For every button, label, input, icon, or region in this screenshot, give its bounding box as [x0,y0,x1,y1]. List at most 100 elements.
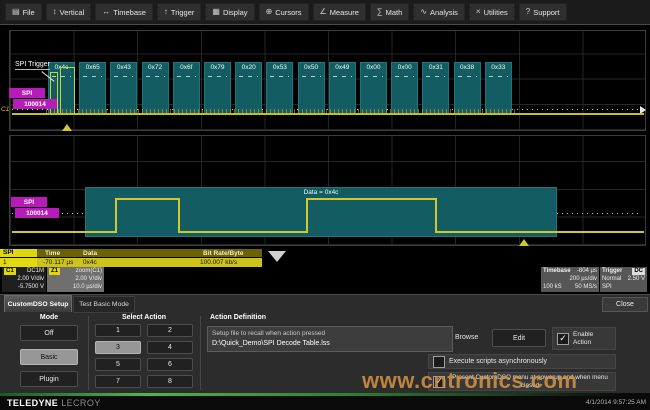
spi-packet-value: 0x38 [455,63,480,71]
action-button-8[interactable]: 8 [147,375,193,388]
timebase-descriptor-box[interactable]: Timebase-804 µs 200 µs/div 100 kS50 MS/s [541,267,599,292]
menu-label: Trigger [171,8,194,17]
spi-packet-value: 0x49 [330,63,355,71]
select-action-header: Select Action [95,314,193,321]
setup-file-hint: Setup file to recall when action pressed [212,329,448,339]
spi-packet-value: 0x20 [236,63,261,71]
menu-analysis[interactable]: ∿Analysis [413,3,465,21]
decode-col-time: Time [45,249,60,258]
menu-support[interactable]: ?Support [519,3,567,21]
trigger-descriptor-box[interactable]: TriggerDC Normal2.50 V SPI [600,267,647,292]
spi-packet-value: 0x53 [267,63,292,71]
execute-async-checkbox[interactable] [433,356,445,368]
decode-row-bitrate: 100.007 kb/s [200,258,237,268]
action-button-2[interactable]: 2 [147,324,193,337]
menu-vertical[interactable]: ↕Vertical [46,3,92,21]
z1-trace-segment [435,199,437,233]
datetime: 4/1/2014 9:57:25 AM [540,399,646,406]
support-icon: ? [526,8,530,16]
spi-packet-value: 0x50 [299,63,324,71]
dialog-separator [88,316,89,390]
timebase-samples: 100 kS [543,284,562,291]
spi-packet: 0x00 [360,62,387,114]
z1-trace-segment [115,199,117,233]
measure-icon: ∠ [320,8,327,16]
menu-trigger[interactable]: ↑Trigger [157,3,201,21]
mode-plugin-button[interactable]: Plugin [20,371,78,387]
timebase-rate: 50 MS/s [575,284,597,291]
utilities-icon: × [476,8,481,16]
z1-trace-segment [306,199,308,233]
spi-packet: 0x00 [391,62,418,114]
trigger-label: Trigger [602,268,622,275]
file-icon: ▤ [12,8,20,16]
decode-row-index: 1 [3,258,7,268]
oscilloscope-app: ▤File↕Vertical↔Timebase↑Trigger▦Display⊕… [0,0,650,410]
enable-action-checkbox[interactable]: ✓ [557,333,569,345]
spi-packet-value: 0x00 [392,63,417,71]
spi-packet-value: 0x33 [486,63,511,71]
execute-async-label: Execute scripts asynchronously [449,358,547,366]
spi-packet-value: 0x6f [174,63,199,71]
analysis-icon: ∿ [420,8,427,16]
z1-descriptor-box[interactable]: Z1zoom(C1) 2.00 V/div 10.0 µs/div [47,267,104,292]
spi-packet: 0x79 [204,62,231,114]
z1-trace-segment [178,231,308,233]
menu-cursors[interactable]: ⊕Cursors [259,3,309,21]
menu-display[interactable]: ▦Display [205,3,254,21]
menu-utilities[interactable]: ×Utilities [469,3,515,21]
decode-row-data: 0x4c [83,258,97,268]
spi-packet: 0x49 [329,62,356,114]
z1-trace-segment [115,198,180,200]
edit-button[interactable]: Edit [492,329,546,347]
action-definition-header: Action Definition [210,314,266,321]
mode-off-button[interactable]: Off [20,325,78,341]
spi-bus-id-badge: 100014 [13,99,57,109]
menu-label: File [23,8,35,17]
z1-trace-segment [178,199,180,233]
spi-bus-id-badge-zoom: 100014 [15,208,59,218]
menu-file[interactable]: ▤File [5,3,42,21]
browse-button[interactable]: Browse [455,334,478,341]
trigger-icon: ↑ [164,8,168,16]
menu-measure[interactable]: ∠Measure [313,3,366,21]
enable-action-label: Enable Action [573,331,611,347]
action-button-5[interactable]: 5 [95,358,141,371]
action-button-6[interactable]: 6 [147,358,193,371]
action-button-1[interactable]: 1 [95,324,141,337]
menu-label: Math [386,8,403,17]
zoom-trigger-position-marker[interactable] [519,239,529,246]
trigger-position-marker[interactable] [62,124,72,131]
tab-test-basic-mode[interactable]: Test Basic Mode [73,296,135,313]
mode-header: Mode [20,314,78,321]
z1-vdiv: 2.00 V/div [75,276,102,283]
trigger-level: 2.50 V [628,276,645,283]
timebase-tdiv: 200 µs/div [570,276,597,283]
brand-secondary: LECROY [61,398,100,408]
menu-label: Display [223,8,248,17]
action-button-3[interactable]: 3 [95,341,141,354]
brand-logo: TELEDYNELECROY [7,398,101,408]
zoom-data-label: Data = 0x4c [86,188,556,196]
menu-math[interactable]: ∑Math [370,3,409,21]
z1-trace-segment [12,231,116,233]
enable-action-row: ✓ Enable Action [552,327,616,350]
menu-timebase[interactable]: ↔Timebase [95,3,153,21]
action-button-4[interactable]: 4 [147,341,193,354]
decode-table-expand-icon[interactable] [268,251,286,262]
dialog-separator [200,316,201,390]
mode-basic-button[interactable]: Basic [20,349,78,365]
c1-ground-marker: C1 [1,106,9,113]
menu-label: Timebase [113,8,146,17]
z1-source: zoom(C1) [76,268,102,275]
action-button-7[interactable]: 7 [95,375,141,388]
spi-packet-value: 0x43 [111,63,136,71]
tab-customdso-setup[interactable]: CustomDSO Setup [4,295,72,312]
setup-file-box[interactable]: Setup file to recall when action pressed… [207,326,453,352]
spi-packet: 0x43 [110,62,137,114]
c1-descriptor-box[interactable]: C1DC1M 2.00 V/div -5.7500 V [2,267,46,292]
close-button[interactable]: Close [602,297,648,312]
trigger-coupling-badge: DC [632,268,645,275]
spi-packet-value: 0x00 [361,63,386,71]
decode-col-data: Data [83,249,97,258]
